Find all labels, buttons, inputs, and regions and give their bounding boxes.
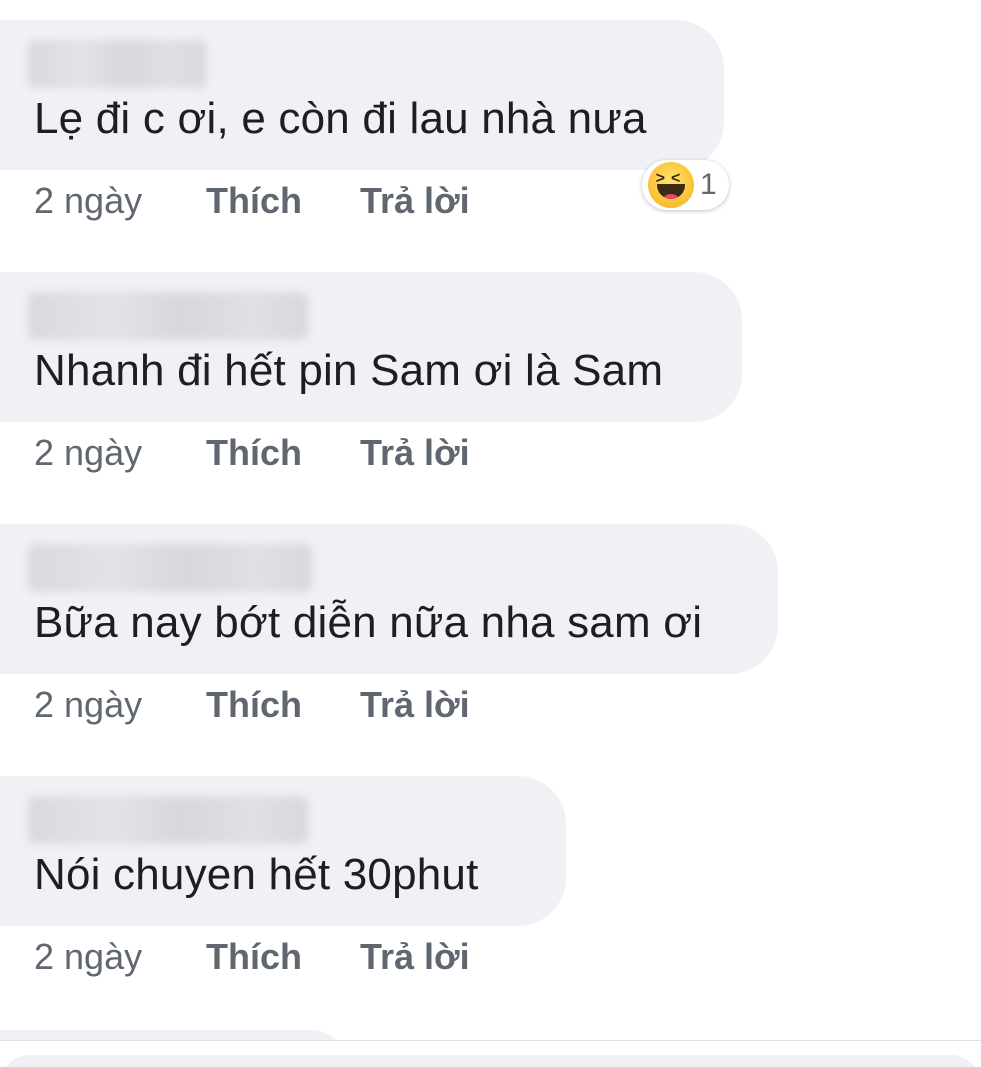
comment-text: Bữa nay bớt diễn nữa nha sam ơi: [34, 598, 703, 647]
comment-timestamp[interactable]: 2 ngày: [34, 432, 206, 474]
comment-bubble[interactable]: Nói chuyen hết 30phut: [0, 776, 566, 926]
blurred-author-name: [28, 796, 308, 844]
comment-feed: Lẹ đi c ơi, e còn đi lau nhà nưa 2 ngày …: [0, 0, 981, 1067]
comment-timestamp[interactable]: 2 ngày: [34, 936, 206, 978]
reply-button[interactable]: Trả lời: [360, 180, 470, 222]
like-button[interactable]: Thích: [206, 432, 360, 474]
like-button[interactable]: Thích: [206, 180, 360, 222]
comment-bubble[interactable]: Nhanh đi hết pin Sam ơi là Sam: [0, 272, 742, 422]
blurred-author-name: [28, 292, 308, 340]
reaction-summary[interactable]: >< 1: [642, 160, 729, 210]
like-button[interactable]: Thích: [206, 684, 360, 726]
blurred-author-name: [28, 544, 312, 592]
comment-actions: 2 ngày Thích Trả lời: [34, 932, 470, 982]
reply-button[interactable]: Trả lời: [360, 432, 470, 474]
reply-button[interactable]: Trả lời: [360, 684, 470, 726]
comment-actions: 2 ngày Thích Trả lời: [34, 176, 470, 226]
comment-text: Nói chuyen hết 30phut: [34, 850, 479, 899]
blurred-author-name: [28, 40, 206, 88]
reply-button[interactable]: Trả lời: [360, 936, 470, 978]
comment-timestamp[interactable]: 2 ngày: [34, 684, 206, 726]
comment-bubble[interactable]: Lẹ đi c ơi, e còn đi lau nhà nưa: [0, 20, 724, 170]
comment-text: Lẹ đi c ơi, e còn đi lau nhà nưa: [34, 94, 647, 143]
comment-bubble[interactable]: Bữa nay bớt diễn nữa nha sam ơi: [0, 524, 778, 674]
like-button[interactable]: Thích: [206, 936, 360, 978]
haha-icon: ><: [648, 162, 694, 208]
comment-text: Nhanh đi hết pin Sam ơi là Sam: [34, 346, 664, 395]
comment-actions: 2 ngày Thích Trả lời: [34, 428, 470, 478]
reaction-count: 1: [700, 168, 717, 201]
comment-input[interactable]: [0, 1055, 981, 1067]
comment-actions: 2 ngày Thích Trả lời: [34, 680, 470, 730]
comment-timestamp[interactable]: 2 ngày: [34, 180, 206, 222]
